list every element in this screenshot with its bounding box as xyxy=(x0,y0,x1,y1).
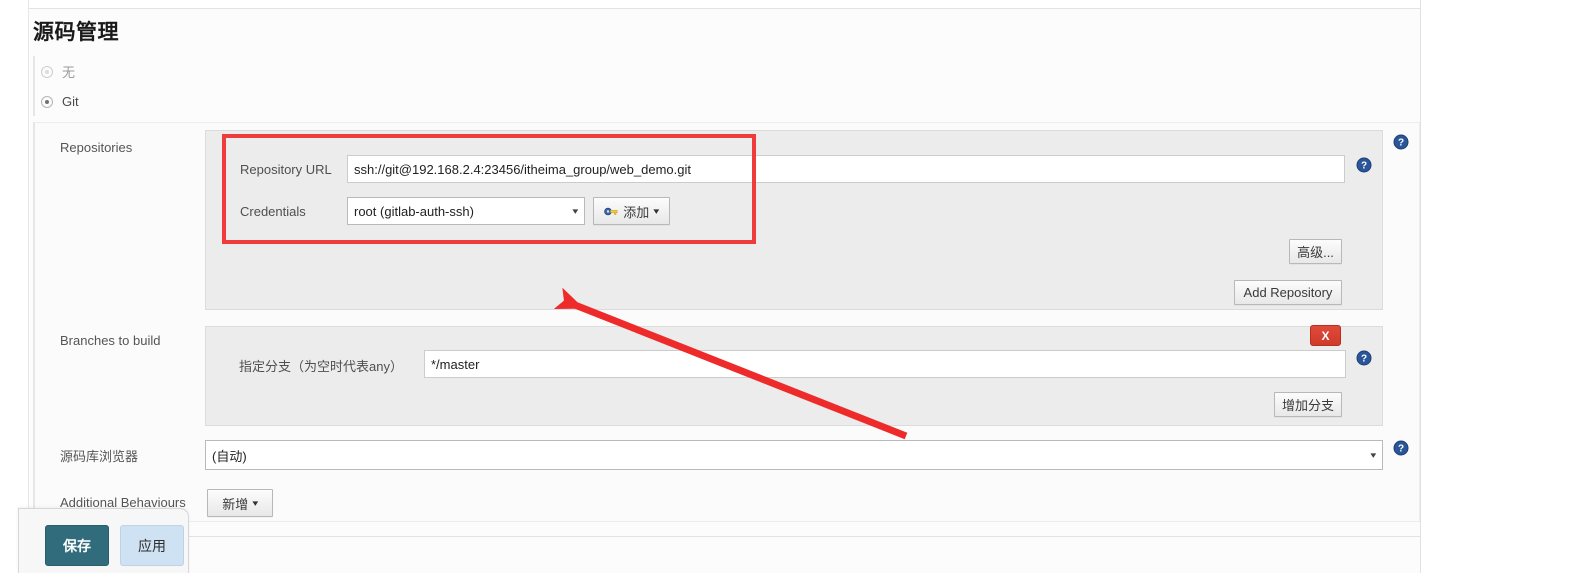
left-rail xyxy=(0,0,29,573)
add-behaviour-button[interactable]: 新增 ▾ xyxy=(207,489,273,517)
repository-browser-select[interactable]: (自动) ▾ xyxy=(205,440,1383,470)
page-root: 源码管理 无 Git Repositories Repository URL C… xyxy=(0,0,1595,573)
add-branch-button[interactable]: 增加分支 xyxy=(1274,392,1342,417)
branch-specifier-label: 指定分支（为空时代表any） xyxy=(239,359,403,374)
add-behaviour-button-label: 新增 xyxy=(222,496,249,512)
add-repository-button[interactable]: Add Repository xyxy=(1234,280,1342,305)
svg-text:?: ? xyxy=(1398,444,1404,455)
repository-url-label: Repository URL xyxy=(240,162,332,177)
add-credentials-button-label: 添加 xyxy=(623,204,650,220)
credentials-select[interactable]: root (gitlab-auth-ssh) ▾ xyxy=(347,197,585,225)
chevron-down-icon: ▾ xyxy=(252,497,259,508)
repository-browser-label: 源码库浏览器 xyxy=(60,449,139,464)
add-branch-button-label: 增加分支 xyxy=(1281,398,1334,413)
delete-branch-button[interactable]: X xyxy=(1310,325,1341,346)
radio-icon-git[interactable] xyxy=(41,95,53,108)
chevron-down-icon: ▾ xyxy=(1370,449,1377,460)
svg-text:?: ? xyxy=(1361,354,1367,365)
add-repository-button-label: Add Repository xyxy=(1243,285,1333,300)
branch-specifier-input[interactable] xyxy=(424,350,1346,378)
scm-option-none[interactable]: 无 xyxy=(41,62,75,81)
credentials-select-value: root (gitlab-auth-ssh) xyxy=(354,203,474,219)
save-button[interactable]: 保存 xyxy=(45,525,109,566)
svg-text:?: ? xyxy=(1361,161,1367,172)
radio-icon-none[interactable] xyxy=(41,65,53,78)
advanced-button-label: 高级... xyxy=(1297,245,1334,260)
repositories-label: Repositories xyxy=(60,140,133,155)
page-title: 源码管理 xyxy=(33,21,119,44)
bottom-divider xyxy=(29,536,1420,537)
chevron-down-icon: ▾ xyxy=(572,205,579,216)
apply-button[interactable]: 应用 xyxy=(120,525,184,566)
help-icon-branch-specifier[interactable]: ? xyxy=(1356,350,1372,366)
help-icon-repository-browser[interactable]: ? xyxy=(1393,440,1409,456)
scm-option-none-label: 无 xyxy=(62,65,76,80)
form-action-bar: 保存 应用 xyxy=(18,508,189,573)
help-icon-repository-url[interactable]: ? xyxy=(1356,157,1372,173)
svg-text:?: ? xyxy=(1398,138,1404,149)
credentials-label: Credentials xyxy=(240,204,306,219)
scm-option-git-label: Git xyxy=(62,94,79,109)
repository-browser-value: (自动) xyxy=(212,448,247,464)
repository-url-input[interactable] xyxy=(347,155,1345,183)
branches-label: Branches to build xyxy=(60,333,161,348)
add-credentials-button[interactable]: 添加 ▾ xyxy=(593,197,670,225)
chevron-down-icon: ▾ xyxy=(653,205,660,216)
right-gutter xyxy=(1420,0,1595,573)
radio-group-guide xyxy=(33,56,35,116)
key-icon xyxy=(604,207,618,215)
help-icon-repositories[interactable]: ? xyxy=(1393,134,1409,150)
scm-option-git[interactable]: Git xyxy=(41,94,79,109)
advanced-button[interactable]: 高级... xyxy=(1289,239,1342,264)
